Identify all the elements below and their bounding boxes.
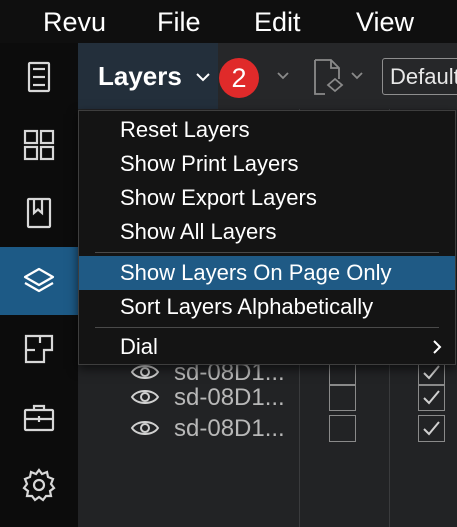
menu-bar: Revu File Edit View [0, 0, 457, 43]
bookmark-icon [26, 197, 52, 229]
menu-item-reset-layers[interactable]: Reset Layers [79, 113, 455, 147]
sidebar-item-settings[interactable] [0, 451, 78, 519]
spaces-icon [24, 334, 54, 364]
chevron-right-icon [433, 340, 442, 354]
menu-item-show-print-layers[interactable]: Show Print Layers [79, 147, 455, 181]
sidebar-item-spaces[interactable] [0, 315, 78, 383]
step-badge: 2 [219, 58, 259, 98]
menu-item-show-layers-on-page-only[interactable]: Show Layers On Page Only [79, 256, 455, 290]
sidebar-item-document[interactable] [0, 43, 78, 111]
menu-item-show-all-layers[interactable]: Show All Layers [79, 215, 455, 249]
checkmark-icon [423, 365, 440, 380]
sidebar-item-toolbox[interactable] [0, 383, 78, 451]
settings-gear-icon [22, 468, 56, 502]
menu-item-dial-label: Dial [120, 334, 158, 359]
document-icon [27, 61, 51, 93]
sidebar [0, 43, 78, 527]
layers-panel-menu-button[interactable]: Layers [78, 43, 218, 109]
layers-options-menu: Reset Layers Show Print Layers Show Expo… [78, 110, 456, 365]
sidebar-item-thumbnails[interactable] [0, 111, 78, 179]
layers-icon [23, 267, 55, 293]
checkmark-icon [423, 390, 440, 405]
thumbnails-icon [23, 129, 55, 161]
menu-item-sort-layers-alphabetically[interactable]: Sort Layers Alphabetically [79, 290, 455, 324]
menu-separator [95, 327, 439, 328]
menu-separator [95, 252, 439, 253]
checkmark-icon [423, 421, 440, 436]
menu-view[interactable]: View [356, 6, 414, 38]
sidebar-item-layers[interactable] [0, 247, 78, 315]
chevron-down-icon[interactable] [350, 69, 364, 83]
menu-edit[interactable]: Edit [254, 6, 301, 38]
panel-title: Layers [98, 61, 182, 91]
panel-toolbar: Layers 2 Default [78, 43, 457, 109]
menu-file[interactable]: File [157, 6, 201, 38]
checkbox[interactable] [418, 384, 445, 411]
document-export-icon[interactable] [311, 57, 345, 97]
eye-icon[interactable] [130, 416, 160, 440]
chevron-down-icon[interactable] [276, 69, 290, 83]
eye-icon[interactable] [130, 385, 160, 409]
menu-item-dial[interactable]: Dial [79, 330, 455, 364]
menu-item-show-export-layers[interactable]: Show Export Layers [79, 181, 455, 215]
menu-revu[interactable]: Revu [43, 6, 106, 38]
chevron-down-icon [196, 73, 210, 82]
layer-name: sd-08D1... [174, 384, 285, 411]
toolbox-icon [23, 404, 55, 432]
table-row[interactable]: sd-08D1... [130, 414, 457, 448]
sidebar-item-bookmarks[interactable] [0, 179, 78, 247]
profile-select[interactable]: Default [382, 58, 457, 95]
checkbox[interactable] [329, 415, 356, 442]
table-row[interactable]: sd-08D1... [130, 383, 457, 417]
checkbox[interactable] [418, 415, 445, 442]
layer-name: sd-08D1... [174, 415, 285, 442]
checkbox[interactable] [329, 384, 356, 411]
